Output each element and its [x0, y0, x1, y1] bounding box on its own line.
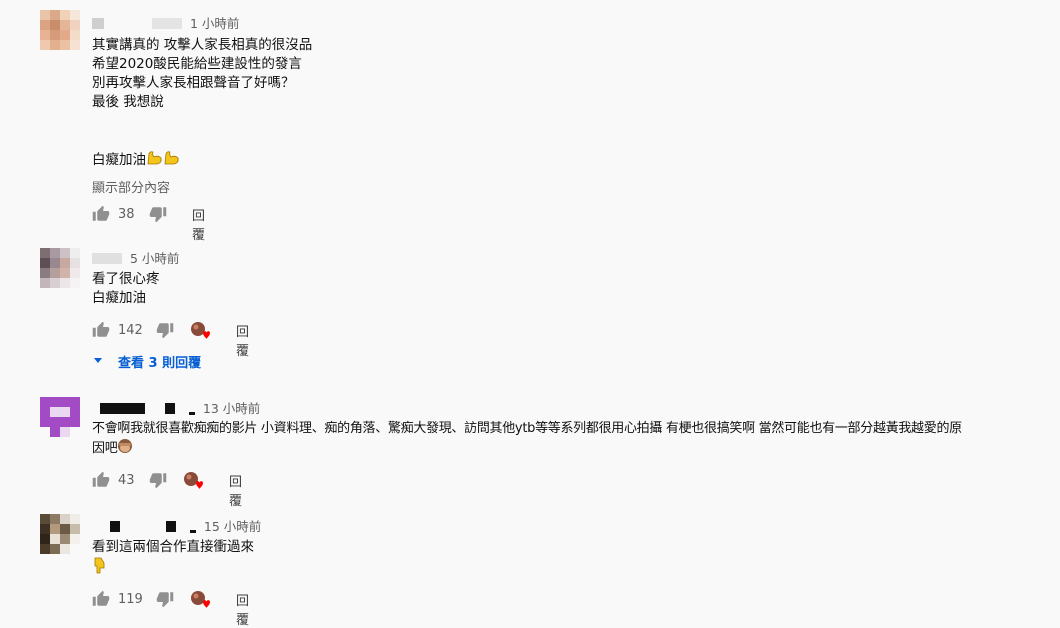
thumbs-down-icon[interactable] [149, 205, 167, 223]
author-name-redacted[interactable] [110, 521, 120, 532]
thumbs-up-icon[interactable] [92, 590, 110, 608]
comment-header: 15 小時前 [92, 516, 261, 534]
comment-text: 看到這兩個合作直接衝過來 [92, 538, 254, 580]
comment-header: 5 小時前 [92, 248, 179, 266]
thumbs-up-icon[interactable] [92, 471, 110, 489]
caret-down-icon [92, 354, 104, 369]
like-count: 38 [118, 206, 135, 222]
author-name-redacted[interactable] [100, 403, 145, 414]
avatar[interactable] [40, 10, 80, 50]
see-no-evil-monkey-icon [117, 438, 133, 460]
thumbs-down-icon[interactable] [149, 471, 167, 489]
thumbs-down-icon[interactable] [156, 321, 174, 339]
author-name-redacted[interactable] [92, 18, 104, 29]
comment-text: 其實講真的 攻擊人家長相真的很沒品 希望2020酸民能給些建設性的發言 別再攻擊… [92, 36, 312, 172]
creator-heart-icon [190, 321, 210, 341]
creator-heart-icon [190, 590, 210, 610]
comment-timestamp[interactable]: 15 小時前 [204, 519, 261, 534]
show-more-link[interactable]: 顯示部分內容 [92, 177, 170, 196]
comment-timestamp[interactable]: 13 小時前 [203, 401, 260, 416]
comment-text: 看了很心疼 白癡加油 [92, 271, 160, 306]
view-replies-button[interactable]: 查看 3 則回覆 [92, 352, 201, 371]
comment-header: 1 小時前 [92, 13, 239, 31]
like-count: 119 [118, 591, 143, 607]
thumbs-up-icon[interactable] [92, 321, 110, 339]
reply-button[interactable]: 回覆 [236, 321, 249, 359]
like-count: 43 [118, 472, 135, 488]
author-name-redacted[interactable] [92, 253, 122, 264]
thumbs-up-icon[interactable] [92, 205, 110, 223]
comment-timestamp[interactable]: 1 小時前 [190, 16, 239, 31]
pointing-down-hand-icon [92, 557, 106, 580]
thumbs-down-icon[interactable] [156, 590, 174, 608]
reply-button[interactable]: 回覆 [229, 471, 242, 509]
reply-button[interactable]: 回覆 [192, 205, 205, 243]
comment-text: 不會啊我就很喜歡痴痴的影片 小資料理、痴的角落、驚痴大發現、訪問其他ytb等等系… [92, 419, 962, 460]
like-count: 142 [118, 322, 143, 338]
creator-heart-icon [183, 471, 203, 491]
comment-header: 13 小時前 [92, 398, 260, 416]
comment-timestamp[interactable]: 5 小時前 [130, 251, 179, 266]
avatar[interactable] [40, 514, 80, 554]
reply-button[interactable]: 回覆 [236, 590, 249, 628]
avatar[interactable] [40, 397, 80, 437]
avatar[interactable] [40, 248, 80, 288]
flexed-biceps-icon [146, 150, 180, 172]
